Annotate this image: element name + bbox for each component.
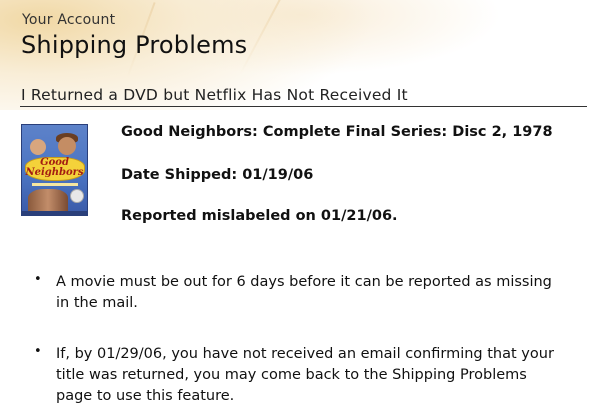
cover-art-strip	[22, 211, 87, 215]
section-heading: I Returned a DVD but Netflix Has Not Rec…	[21, 86, 408, 104]
cover-rating-badge	[70, 189, 84, 203]
note-text: A movie must be out for 6 days before it…	[56, 274, 552, 311]
bullet-icon: •	[34, 272, 42, 287]
dvd-cover-image[interactable]: Good Neighbors	[21, 124, 88, 216]
cover-art-face	[30, 139, 46, 155]
report-status: Reported mislabeled on 01/21/06.	[121, 208, 398, 224]
cover-art-people	[28, 189, 68, 211]
cover-art-face	[58, 137, 76, 155]
note-text: If, by 01/29/06, you have not received a…	[56, 346, 554, 404]
cover-title-line2: Neighbors	[25, 167, 84, 178]
cover-art-tagline	[32, 183, 78, 186]
section-divider	[20, 106, 587, 107]
movie-title: Good Neighbors: Complete Final Series: D…	[121, 124, 553, 140]
breadcrumb[interactable]: Your Account	[22, 12, 115, 28]
bullet-icon: •	[34, 344, 42, 359]
date-shipped: Date Shipped: 01/19/06	[121, 167, 314, 183]
page-title: Shipping Problems	[21, 31, 248, 59]
